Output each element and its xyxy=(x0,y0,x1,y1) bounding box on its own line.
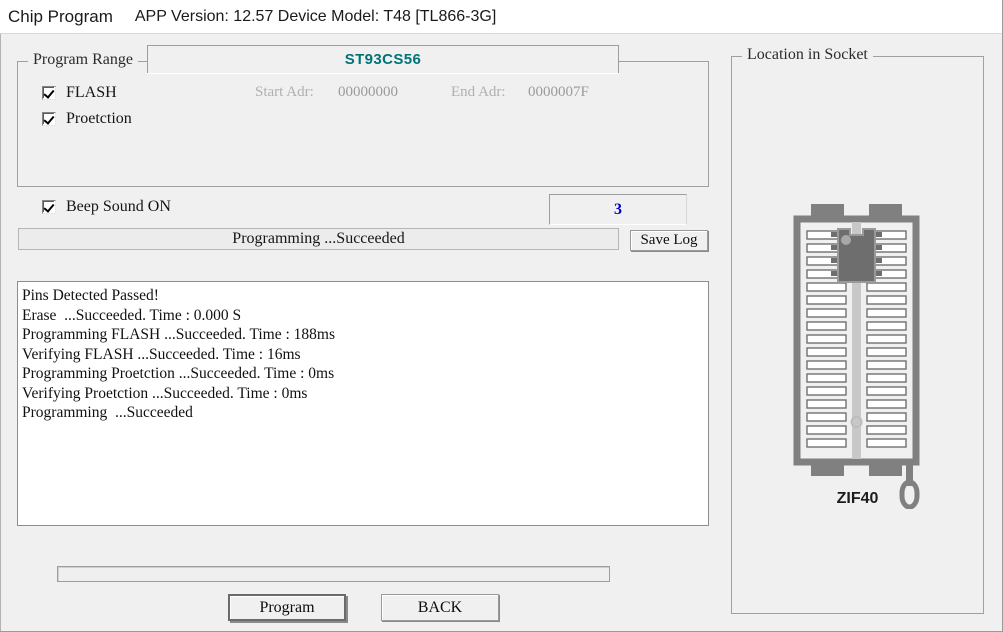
chip-name-label: ST93CS56 xyxy=(344,51,422,68)
checkbox-beep-sound[interactable]: Beep Sound ON xyxy=(42,198,171,216)
zif-socket-svg xyxy=(793,204,920,510)
chip-program-window: Chip Program APP Version: 12.57 Device M… xyxy=(0,0,1003,632)
log-line: Verifying FLASH ...Succeeded. Time : 16m… xyxy=(22,345,301,363)
window-left-chrome xyxy=(0,34,2,631)
log-line: Verifying Proetction ...Succeeded. Time … xyxy=(22,384,308,402)
program-button[interactable]: Program xyxy=(228,594,346,621)
end-address-label: End Adr: xyxy=(451,84,506,100)
checkbox-protection-label: Proetction xyxy=(66,110,132,127)
app-version-device-info: APP Version: 12.57 Device Model: T48 [TL… xyxy=(134,7,497,25)
start-address-label: Start Adr: xyxy=(255,84,314,100)
log-line: Pins Detected Passed! xyxy=(22,287,159,304)
status-text: Programming ...Succeeded xyxy=(232,230,405,247)
save-log-button[interactable]: Save Log xyxy=(630,230,708,251)
title-bar: Chip Program APP Version: 12.57 Device M… xyxy=(0,0,1002,34)
chip-pin1-dot xyxy=(841,235,851,245)
start-address-value[interactable]: 00000000 xyxy=(338,84,398,101)
chip-name-panel: ST93CS56 xyxy=(147,45,619,73)
log-line: Programming FLASH ...Succeeded. Time : 1… xyxy=(22,326,336,343)
log-line: Erase ...Succeeded. Time : 0.000 S xyxy=(22,306,242,324)
checkbox-protection-box[interactable] xyxy=(42,112,56,126)
operation-counter-value: 3 xyxy=(614,200,622,218)
checkbox-beep-sound-label: Beep Sound ON xyxy=(66,198,171,215)
end-address-value[interactable]: 0000007F xyxy=(528,84,589,101)
checkbox-beep-sound-box[interactable] xyxy=(42,200,56,214)
back-button[interactable]: BACK xyxy=(381,594,499,621)
status-bar: Programming ...Succeeded xyxy=(18,228,619,250)
progress-bar xyxy=(57,566,610,582)
socket-type-label: ZIF40 xyxy=(836,490,879,507)
checkbox-protection[interactable]: Proetction xyxy=(42,110,132,128)
checkbox-flash[interactable]: FLASH xyxy=(42,84,117,102)
log-line: Programming Proetction ...Succeeded. Tim… xyxy=(22,365,335,382)
checkbox-flash-box[interactable] xyxy=(42,86,56,100)
log-line: Programming ...Succeeded xyxy=(22,404,193,421)
log-output-box[interactable]: Pins Detected Passed! Erase ...Succeeded… xyxy=(17,281,709,526)
checkbox-flash-label: FLASH xyxy=(66,84,117,101)
app-title: Chip Program xyxy=(8,6,113,26)
zif-socket-illustration xyxy=(789,204,934,510)
location-in-socket-group-title: Location in Socket xyxy=(742,46,873,64)
operation-counter-box: 3 xyxy=(549,194,687,225)
program-range-group-title: Program Range xyxy=(28,51,138,69)
